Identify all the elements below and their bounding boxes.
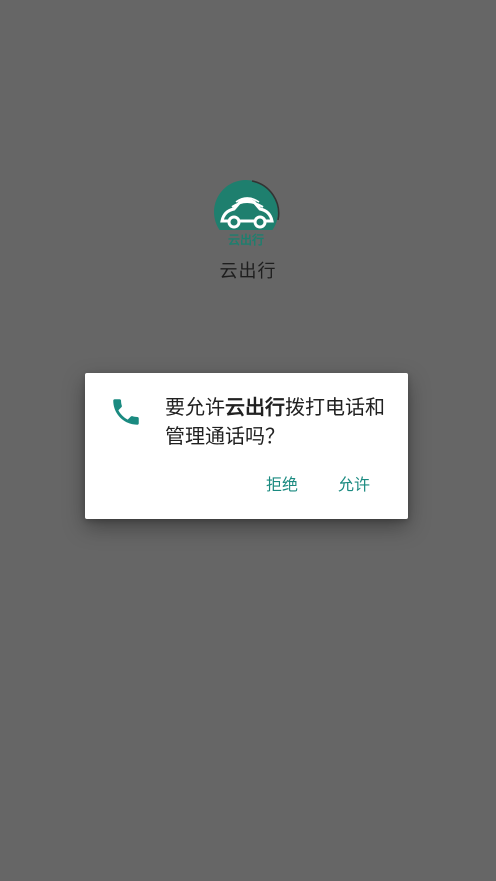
message-prefix: 要允许 <box>165 395 225 419</box>
permission-dialog: 要允许云出行拨打电话和管理通话吗？ 拒绝 允许 <box>85 373 408 519</box>
app-logo: 云出行 <box>214 180 280 248</box>
dialog-message: 要允许云出行拨打电话和管理通话吗？ <box>165 393 395 451</box>
message-app-name: 云出行 <box>225 395 285 419</box>
phone-icon <box>113 399 139 425</box>
logo-text: 云出行 <box>228 232 264 247</box>
app-name: 云出行 <box>219 261 277 282</box>
deny-button[interactable]: 拒绝 <box>257 471 307 499</box>
allow-button[interactable]: 允许 <box>328 471 380 499</box>
